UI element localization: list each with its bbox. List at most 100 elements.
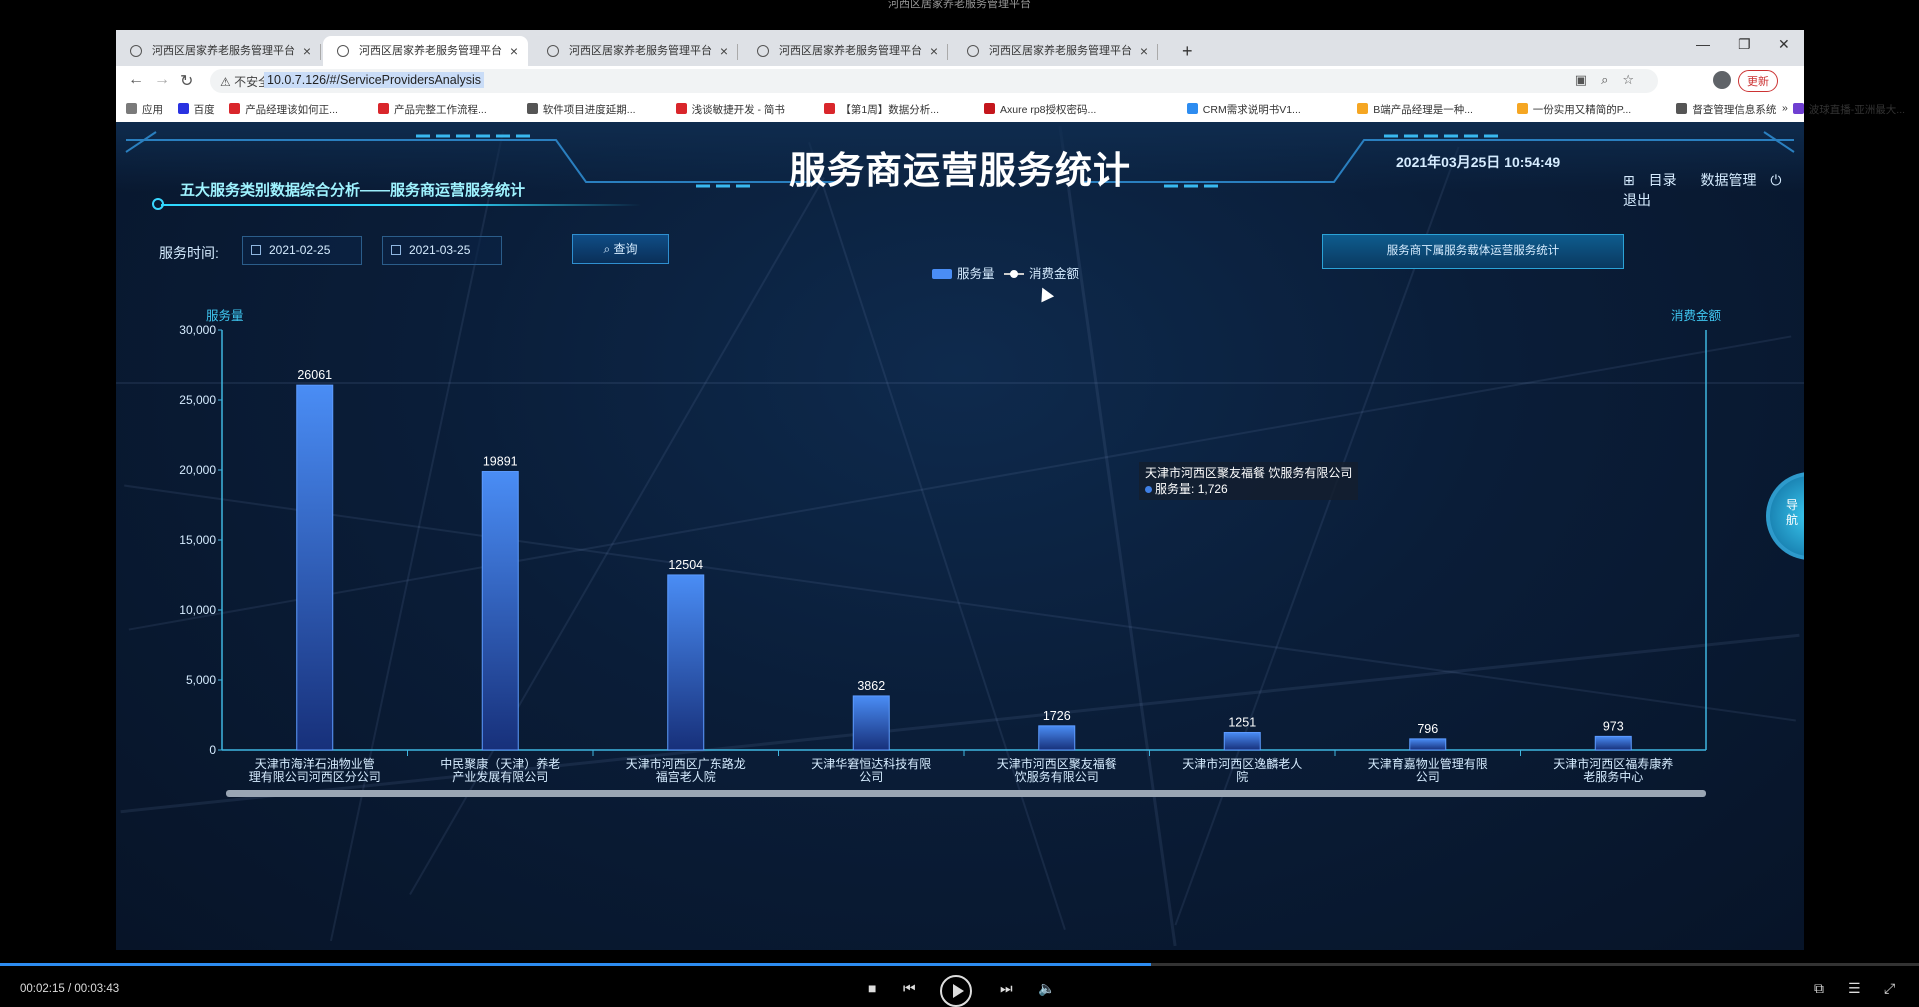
bar-value-label: 3862 — [857, 679, 885, 693]
bookmark-label: Axure rp8授权密码... — [1000, 104, 1097, 116]
tab-label: 河西区居家养老服务管理平台 — [989, 45, 1132, 57]
bookmark-item[interactable]: 百度 — [177, 102, 215, 117]
chart-bar — [481, 471, 519, 751]
translate-icon[interactable]: ▣ — [1575, 72, 1601, 87]
bookmark-item[interactable]: 波球直播-亚洲最大... — [1792, 102, 1906, 117]
tooltip-row: 服务量: 1,726 — [1145, 481, 1352, 497]
bar-value-label: 973 — [1603, 719, 1624, 733]
new-tab-button[interactable]: + — [1182, 36, 1193, 66]
volume-icon[interactable]: 🔈 — [1038, 980, 1055, 997]
globe-icon — [547, 45, 559, 57]
legend-label-amount: 消费金额 — [1029, 266, 1080, 281]
bookmark-item[interactable]: CRM需求说明书V1... — [1186, 102, 1301, 117]
close-icon[interactable]: × — [930, 36, 938, 66]
profile-avatar[interactable] — [1713, 71, 1731, 89]
bar-chart: 服务量 消费金额服务量 消费金额30,00025,00020,00015,00010… — [179, 266, 1722, 797]
chart-scrollbar[interactable] — [226, 790, 1706, 797]
bookmark-label: 【第1周】数据分析... — [840, 104, 939, 116]
tab-label: 河西区居家养老服务管理平台 — [569, 45, 712, 57]
x-category-label: 中民聚康（天津）养老 — [440, 756, 560, 771]
bookmark-item[interactable]: 应用 — [126, 102, 163, 117]
minimize-icon[interactable]: — — [1696, 36, 1710, 52]
x-category-label: 天津市河西区逸麟老人 — [1182, 756, 1302, 771]
tab-separator — [947, 44, 948, 60]
bookmark-label: B端产品经理是一种... — [1373, 104, 1473, 116]
bar-value-label: 19891 — [483, 455, 518, 469]
tab-label: 河西区居家养老服务管理平台 — [152, 45, 295, 57]
player-window-title: 河西区居家养老服务管理平台 — [888, 0, 1031, 10]
close-icon[interactable]: × — [303, 36, 311, 66]
bookmark-item[interactable]: B端产品经理是一种... — [1357, 102, 1473, 117]
video-progress-fill — [0, 963, 1152, 966]
insecure-label[interactable]: ⚠ 不安全 — [220, 73, 270, 90]
bookmark-label: 应用 — [142, 104, 163, 116]
bookmark-icon — [1792, 103, 1804, 114]
bookmark-label: CRM需求说明书V1... — [1202, 104, 1301, 116]
bar-value-label: 1726 — [1043, 709, 1071, 723]
reload-icon[interactable]: ↻ — [180, 71, 193, 91]
restore-icon[interactable]: ❐ — [1738, 36, 1751, 53]
globe-icon — [337, 45, 349, 57]
bookmark-item[interactable]: 浅谈敏捷开发 - 简书 — [675, 102, 785, 117]
close-icon[interactable]: × — [720, 36, 728, 66]
floating-nav-label: 导航 — [1786, 498, 1799, 527]
globe-icon — [130, 45, 142, 57]
stop-icon[interactable]: ■ — [868, 980, 876, 996]
chart-bar — [296, 384, 334, 751]
back-icon[interactable]: ← — [128, 71, 144, 89]
warning-icon: ⚠ — [220, 75, 235, 89]
bookmark-icon — [675, 103, 687, 114]
settings-icon[interactable]: ☰ — [1848, 980, 1861, 997]
x-category-label: 天津市河西区聚友福餐 — [997, 756, 1117, 771]
bookmarks-overflow-icon[interactable]: » — [1782, 102, 1788, 114]
x-category-label: 老服务中心 — [1583, 769, 1643, 784]
update-button[interactable]: 更新 — [1738, 70, 1778, 92]
bookmark-item[interactable]: 督查管理信息系统 — [1676, 102, 1776, 117]
screenshot-icon[interactable]: ⧉ — [1814, 980, 1824, 997]
browser-tab[interactable]: 河西区居家养老服务管理平台 × — [743, 36, 948, 66]
x-category-label: 天津市河西区广东路龙 — [626, 756, 746, 771]
omnibox[interactable]: ⚠ 不安全 10.0.7.126/#/ServiceProvidersAnaly… — [210, 69, 1658, 93]
browser-tab-active[interactable]: 河西区居家养老服务管理平台 × — [323, 36, 528, 66]
bookmark-item[interactable]: 一份实用又精简的P... — [1516, 102, 1631, 117]
address-bar: ← → ↻ ⚠ 不安全 10.0.7.126/#/ServiceProvider… — [116, 66, 1804, 96]
bookmark-item[interactable]: 产品完整工作流程... — [378, 102, 487, 117]
x-category-label: 公司 — [1416, 770, 1440, 784]
x-category-label: 福宫老人院 — [656, 769, 716, 784]
x-category-label: 天津育嘉物业管理有限 — [1368, 756, 1488, 771]
window-close-icon[interactable]: ✕ — [1778, 36, 1790, 53]
close-icon[interactable]: × — [510, 36, 518, 66]
bar-value-label: 12504 — [668, 558, 703, 572]
bookmark-item[interactable]: 软件项目进度延期... — [526, 102, 636, 117]
legend-swatch-service-volume — [932, 269, 952, 279]
zoom-icon[interactable]: ⌕ — [1601, 72, 1622, 87]
y-tick-label: 20,000 — [179, 463, 216, 477]
browser-tab[interactable]: 河西区居家养老服务管理平台 × — [116, 36, 321, 66]
play-button[interactable] — [940, 975, 972, 1007]
browser-tab[interactable]: 河西区居家养老服务管理平台 × — [533, 36, 738, 66]
bar-value-label: 26061 — [297, 368, 332, 382]
bookmark-item[interactable]: 【第1周】数据分析... — [824, 102, 939, 117]
tooltip-title: 天津市河西区聚友福餐 饮服务有限公司 — [1145, 466, 1353, 480]
url-text[interactable]: 10.0.7.126/#/ServiceProvidersAnalysis — [264, 72, 485, 88]
bookmark-item[interactable]: 产品经理该如何正... — [229, 102, 338, 117]
bookmark-label: 波球直播-亚洲最大... — [1808, 104, 1906, 116]
browser-tab[interactable]: 河西区居家养老服务管理平台 × — [953, 36, 1158, 66]
star-icon[interactable]: ☆ — [1622, 72, 1648, 87]
close-icon[interactable]: × — [1140, 36, 1148, 66]
previous-icon[interactable]: ⏮ — [903, 980, 916, 997]
tooltip-value: 1,726 — [1197, 482, 1228, 496]
chart-bar — [1038, 725, 1076, 751]
bookmarks-bar: 应用 百度 产品经理该如何正... 产品完整工作流程... 软件项目进度延期... 浅谈敏… — [116, 96, 1905, 122]
bookmark-label: 软件项目进度延期... — [542, 104, 636, 116]
bookmark-item[interactable]: Axure rp8授权密码... — [984, 102, 1096, 117]
fullscreen-icon[interactable]: ⤢ — [1884, 980, 1895, 997]
x-category-label: 院 — [1236, 770, 1248, 784]
y-tick-label: 15,000 — [179, 533, 216, 547]
forward-icon[interactable]: → — [154, 71, 170, 89]
dashboard: 服务商运营服务统计 2021年03月25日 10:54:49 ⊞ 目录 数据管理… — [116, 122, 1804, 950]
bookmark-icon — [378, 103, 389, 114]
x-category-label: 天津市海洋石油物业管 — [255, 756, 375, 771]
x-category-label: 公司 — [859, 770, 883, 784]
next-icon[interactable]: ⏭ — [1000, 980, 1013, 997]
